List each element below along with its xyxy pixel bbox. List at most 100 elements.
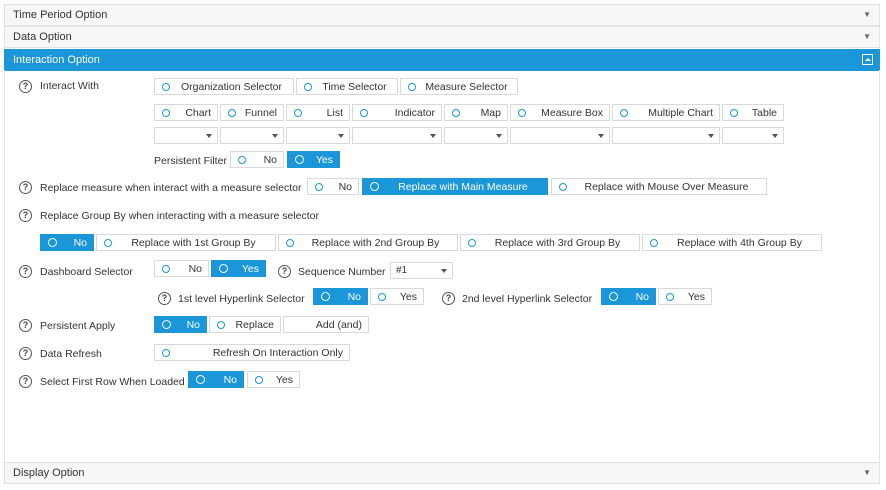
funnel-dropdown[interactable] <box>220 127 284 144</box>
persistent-apply-label: Persistent Apply <box>40 320 116 332</box>
measure-box-dropdown[interactable] <box>510 127 610 144</box>
radio-icon <box>559 182 567 191</box>
radio-icon <box>162 348 170 357</box>
panel-title: Time Period Option <box>13 9 108 21</box>
radio-icon <box>255 375 263 384</box>
radio-icon <box>452 108 460 117</box>
replace-group-3rd[interactable]: Replace with 3rd Group By <box>460 234 640 251</box>
radio-icon <box>304 82 312 91</box>
persistent-apply-no[interactable]: No <box>154 316 207 333</box>
caret-down-icon <box>338 134 344 138</box>
replace-group-1st[interactable]: Replace with 1st Group By <box>96 234 276 251</box>
chevron-down-icon: ▼ <box>863 32 871 41</box>
help-icon[interactable]: ? <box>278 265 291 278</box>
replace-group-4th[interactable]: Replace with 4th Group By <box>642 234 822 251</box>
radio-icon <box>650 238 658 247</box>
help-icon[interactable]: ? <box>19 209 32 222</box>
radio-icon <box>730 108 738 117</box>
option-organization-selector[interactable]: Organization Selector <box>154 78 294 95</box>
data-refresh-label: Data Refresh <box>40 348 102 360</box>
list-dropdown[interactable] <box>286 127 350 144</box>
dashboard-selector-no[interactable]: No <box>154 260 209 277</box>
radio-icon <box>295 155 304 164</box>
persistent-filter-yes[interactable]: Yes <box>287 151 340 168</box>
chevron-down-icon: ▼ <box>863 10 871 19</box>
persistent-filter-label: Persistent Filter <box>154 155 227 167</box>
replace-group-2nd[interactable]: Replace with 2nd Group By <box>278 234 458 251</box>
radio-icon <box>162 82 170 91</box>
help-icon[interactable]: ? <box>19 319 32 332</box>
option-multiple-chart[interactable]: Multiple Chart <box>612 104 720 121</box>
hyperlink2-no[interactable]: No <box>601 288 656 305</box>
collapse-icon[interactable] <box>862 54 873 65</box>
option-time-selector[interactable]: Time Selector <box>296 78 398 95</box>
caret-down-icon <box>598 134 604 138</box>
caret-down-icon <box>430 134 436 138</box>
chart-dropdown[interactable] <box>154 127 218 144</box>
sequence-number-select[interactable]: #1 <box>390 262 453 279</box>
option-measure-selector[interactable]: Measure Selector <box>400 78 518 95</box>
interact-with-label: Interact With <box>40 80 99 92</box>
panel-interaction-option[interactable]: Interaction Option <box>4 49 880 71</box>
help-icon[interactable]: ? <box>19 347 32 360</box>
replace-group-label: Replace Group By when interacting with a… <box>40 210 319 222</box>
select-first-row-yes[interactable]: Yes <box>247 371 300 388</box>
caret-down-icon <box>206 134 212 138</box>
option-measure-box[interactable]: Measure Box <box>510 104 610 121</box>
help-icon[interactable]: ? <box>442 292 455 305</box>
hyperlink1-yes[interactable]: Yes <box>370 288 424 305</box>
radio-icon <box>286 238 294 247</box>
option-map[interactable]: Map <box>444 104 508 121</box>
radio-icon <box>162 320 171 329</box>
radio-icon <box>196 375 205 384</box>
select-first-row-no[interactable]: No <box>188 371 244 388</box>
persistent-apply-add[interactable]: Add (and) <box>283 316 369 333</box>
caret-down-icon <box>708 134 714 138</box>
replace-measure-main[interactable]: Replace with Main Measure <box>362 178 548 195</box>
replace-measure-mouse-over[interactable]: Replace with Mouse Over Measure <box>551 178 767 195</box>
help-icon[interactable]: ? <box>19 265 32 278</box>
radio-icon <box>378 292 386 301</box>
panel-title: Data Option <box>13 31 72 43</box>
radio-icon <box>228 108 236 117</box>
help-icon[interactable]: ? <box>19 181 32 194</box>
panel-data-option[interactable]: Data Option ▼ <box>4 26 880 48</box>
indicator-dropdown[interactable] <box>352 127 442 144</box>
radio-icon <box>238 155 246 164</box>
radio-icon <box>294 108 302 117</box>
caret-down-icon <box>496 134 502 138</box>
chevron-down-icon: ▼ <box>863 468 871 477</box>
hyperlink1-no[interactable]: No <box>313 288 368 305</box>
radio-icon <box>370 182 379 191</box>
multiple-chart-dropdown[interactable] <box>612 127 720 144</box>
table-dropdown[interactable] <box>722 127 784 144</box>
radio-icon <box>48 238 57 247</box>
radio-icon <box>104 238 112 247</box>
persistent-apply-replace[interactable]: Replace <box>209 316 281 333</box>
option-indicator[interactable]: Indicator <box>352 104 442 121</box>
select-first-row-label: Select First Row When Loaded <box>40 376 185 388</box>
radio-icon <box>666 292 674 301</box>
radio-icon <box>315 182 323 191</box>
option-list[interactable]: List <box>286 104 350 121</box>
hyperlink2-yes[interactable]: Yes <box>658 288 712 305</box>
radio-icon <box>219 264 228 273</box>
replace-group-no[interactable]: No <box>40 234 94 251</box>
panel-time-period-option[interactable]: Time Period Option ▼ <box>4 4 880 26</box>
replace-measure-no[interactable]: No <box>307 178 359 195</box>
map-dropdown[interactable] <box>444 127 508 144</box>
option-funnel[interactable]: Funnel <box>220 104 284 121</box>
hyperlink1-label: 1st level Hyperlink Selector <box>178 293 305 305</box>
dashboard-selector-yes[interactable]: Yes <box>211 260 266 277</box>
help-icon[interactable]: ? <box>19 375 32 388</box>
help-icon[interactable]: ? <box>158 292 171 305</box>
persistent-filter-no[interactable]: No <box>230 151 284 168</box>
sequence-number-label: Sequence Number <box>298 266 386 278</box>
panel-title: Display Option <box>13 467 85 479</box>
data-refresh-on-interaction-only[interactable]: Refresh On Interaction Only <box>154 344 350 361</box>
radio-icon <box>468 238 476 247</box>
option-table[interactable]: Table <box>722 104 784 121</box>
option-chart[interactable]: Chart <box>154 104 218 121</box>
help-icon[interactable]: ? <box>19 80 32 93</box>
panel-display-option[interactable]: Display Option ▼ <box>4 462 880 484</box>
